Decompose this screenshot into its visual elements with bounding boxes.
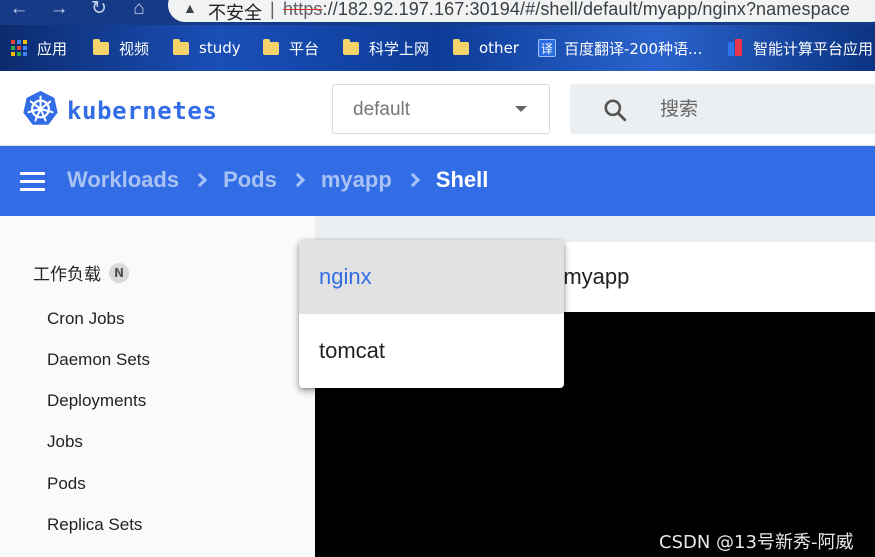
url-rest: ://182.92.197.167:30194/#/shell/default/… xyxy=(322,0,851,19)
sidebar-item-deployments[interactable]: Deployments xyxy=(47,391,146,411)
breadcrumb-myapp[interactable]: myapp xyxy=(321,167,392,193)
home-icon[interactable]: ⌂ xyxy=(126,0,152,22)
apps-icon xyxy=(11,40,27,56)
search-input[interactable] xyxy=(660,92,875,126)
search-box[interactable] xyxy=(570,84,875,134)
url-scheme: https xyxy=(283,0,323,19)
namespace-value: default xyxy=(353,99,411,120)
translate-icon: 译 xyxy=(538,39,556,57)
forward-arrow-icon[interactable]: → xyxy=(46,0,72,22)
sidebar-item-daemon-sets[interactable]: Daemon Sets xyxy=(47,350,150,370)
container-option-tomcat[interactable]: tomcat xyxy=(299,314,564,388)
brand-name[interactable]: kubernetes xyxy=(67,97,218,125)
bookmark-label: other xyxy=(479,39,519,57)
chevron-right-icon xyxy=(192,172,208,188)
chevron-right-icon xyxy=(290,172,305,188)
reload-icon[interactable]: ↻ xyxy=(86,0,112,22)
container-option-nginx[interactable]: nginx xyxy=(299,240,564,314)
sidebar-item-pods[interactable]: Pods xyxy=(47,474,86,494)
bookmark-videos[interactable]: 视频 xyxy=(93,35,149,61)
sidebar-heading[interactable]: 工作负载 N xyxy=(33,260,129,285)
sidebar-item-replica-sets[interactable]: Replica Sets xyxy=(47,515,142,535)
url-separator: | xyxy=(270,0,275,19)
bookmark-proxy[interactable]: 科学上网 xyxy=(343,35,429,61)
sidebar-item-jobs[interactable]: Jobs xyxy=(47,432,83,452)
chevron-right-icon xyxy=(405,172,420,188)
bookmark-label: 百度翻译-200种语... xyxy=(564,39,703,58)
bookmark-baidu-translate[interactable]: 译 百度翻译-200种语... xyxy=(538,35,702,61)
toolbar: Workloads Pods myapp Shell xyxy=(0,146,875,216)
sidebar: 工作负载 N Cron Jobs Daemon Sets Deployments… xyxy=(0,216,315,557)
bookmark-label: 平台 xyxy=(289,39,320,58)
folder-icon xyxy=(173,38,189,55)
bookmark-label: 应用 xyxy=(37,39,68,58)
bookmark-other[interactable]: other xyxy=(453,35,519,61)
bookmark-apps[interactable]: 应用 xyxy=(11,35,67,61)
namespace-select[interactable]: default xyxy=(332,84,550,134)
folder-icon xyxy=(343,38,359,55)
folder-icon xyxy=(263,38,279,55)
bookmark-label: 科学上网 xyxy=(369,39,430,58)
caret-down-icon xyxy=(515,106,527,112)
security-label[interactable]: 不安全 xyxy=(208,0,262,25)
back-arrow-icon[interactable]: ← xyxy=(6,0,32,22)
warning-icon[interactable]: ▲ xyxy=(183,1,199,17)
bookmark-study[interactable]: study xyxy=(173,35,241,61)
watermark: CSDN @13号新秀-阿威 xyxy=(659,532,854,553)
namespaced-badge: N xyxy=(109,262,129,283)
container-dropdown: nginx tomcat xyxy=(299,240,564,388)
bookmark-platform[interactable]: 平台 xyxy=(263,35,319,61)
folder-icon xyxy=(453,38,469,55)
bookmark-label: 智能计算平台应用 xyxy=(753,39,874,58)
bookmarks-bar: 应用 视频 study 平台 科学上网 other 译 百度翻译-200种语..… xyxy=(0,25,875,71)
kubernetes-logo-icon[interactable] xyxy=(22,90,59,127)
breadcrumb-shell: Shell xyxy=(435,167,489,192)
url-text[interactable]: https://182.92.197.167:30194/#/shell/def… xyxy=(283,0,850,20)
breadcrumb: Workloads Pods myapp Shell xyxy=(67,167,488,193)
bookmark-label: study xyxy=(199,39,241,57)
folder-icon xyxy=(93,38,109,55)
app-header: kubernetes default xyxy=(0,71,875,146)
bookmark-label: 视频 xyxy=(119,39,150,58)
search-icon xyxy=(604,99,627,122)
bookmark-ai-platform[interactable]: 智能计算平台应用 xyxy=(727,35,873,61)
menu-icon[interactable] xyxy=(20,172,45,191)
browser-address-bar: ← → ↻ ⌂ ▲ 不安全 | https://182.92.197.167:3… xyxy=(0,0,875,25)
breadcrumb-pods[interactable]: Pods xyxy=(223,167,277,193)
sidebar-item-cron-jobs[interactable]: Cron Jobs xyxy=(47,309,124,329)
app-icon xyxy=(727,39,743,57)
breadcrumb-workloads[interactable]: Workloads xyxy=(67,167,179,193)
sidebar-heading-label: 工作负载 xyxy=(33,265,101,285)
